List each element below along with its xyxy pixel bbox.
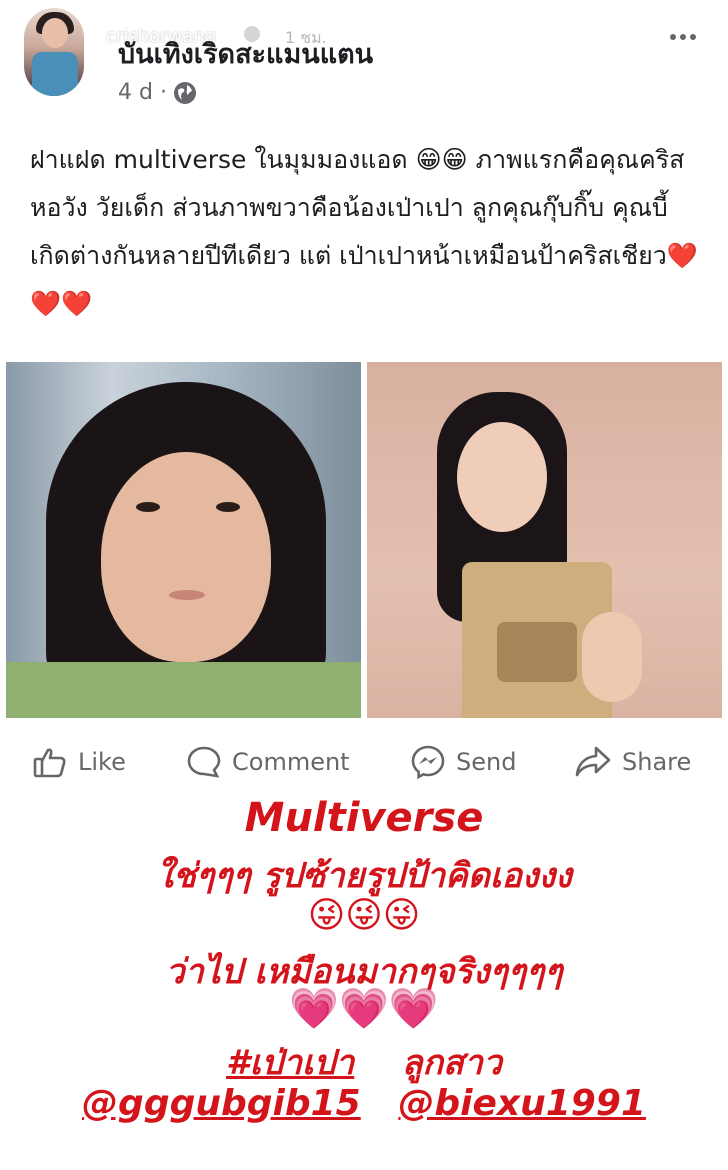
mention-biexu1991[interactable]: @biexu1991 — [398, 1083, 646, 1124]
story-avatar[interactable] — [24, 8, 84, 96]
caption-hashtag-line: #เป่าเปา ลูกสาว — [0, 1035, 728, 1089]
send-button[interactable]: Send — [410, 742, 516, 782]
photo-left[interactable] — [6, 362, 361, 718]
hashtag-suffix: ลูกสาว — [401, 1043, 502, 1083]
mention-gggubgib15[interactable]: @gggubgib15 — [82, 1083, 361, 1124]
comment-bubble-icon — [186, 744, 222, 780]
caption-title: Multiverse — [244, 795, 484, 841]
caption-mentions-line: @gggubgib15 @biexu1991 — [0, 1083, 728, 1124]
thumbs-up-icon — [32, 744, 68, 780]
globe-icon — [173, 81, 197, 105]
share-label: Share — [622, 748, 692, 776]
share-button[interactable]: Share — [574, 742, 691, 782]
like-button[interactable]: Like — [32, 742, 126, 782]
send-label: Send — [456, 748, 517, 776]
share-arrow-icon — [574, 744, 612, 780]
post-time: 4 d · — [118, 80, 167, 105]
comment-button[interactable]: Comment — [186, 742, 350, 782]
caption-emoji-line: 😜😜😜 — [307, 895, 421, 936]
more-options-icon[interactable] — [666, 26, 700, 48]
hashtag-link[interactable]: #เป่าเปา — [226, 1043, 354, 1083]
post-text: ฝาแฝด multiverse ในมุมมองแอด 😁😁 ภาพแรกคื… — [30, 145, 698, 318]
post-action-bar: Like Comment Send Share — [0, 730, 728, 792]
caption-hearts-line: 💗💗💗 — [289, 986, 439, 1032]
caption-line-1: ใช่ๆๆๆ รูปซ้ายรูปป้าคิดเองงง — [156, 856, 572, 896]
photo-right[interactable] — [367, 362, 722, 718]
post-meta: 4 d · — [118, 80, 197, 105]
like-label: Like — [78, 748, 126, 776]
messenger-icon — [410, 744, 446, 780]
page-name[interactable]: บันเทิงเริดสะแมนแตน — [118, 32, 373, 75]
comment-label: Comment — [232, 748, 350, 776]
